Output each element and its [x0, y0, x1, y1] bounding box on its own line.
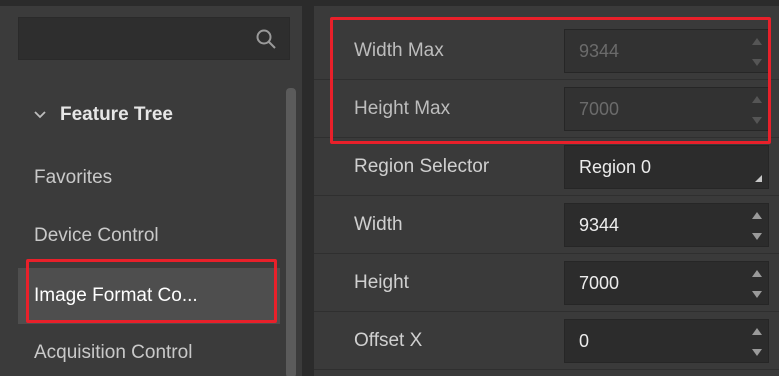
- width-max-field: 9344: [564, 29, 769, 73]
- search-icon[interactable]: [255, 28, 277, 50]
- app-window: Feature Tree Favorites Device Control Im…: [0, 0, 779, 376]
- search-input[interactable]: [18, 17, 290, 60]
- property-row-height: Height 7000: [314, 254, 779, 312]
- tree-item-label: Acquisition Control: [34, 342, 193, 363]
- spin-arrows-icon[interactable]: [752, 326, 762, 358]
- property-value: 9344: [579, 214, 620, 235]
- spin-arrows-icon[interactable]: [752, 210, 762, 242]
- offset-x-field[interactable]: 0: [564, 319, 769, 363]
- tree-item-label: Device Control: [34, 225, 159, 246]
- property-row-width: Width 9344: [314, 196, 779, 254]
- tree-item-acquisition-control[interactable]: Acquisition Control: [18, 328, 280, 376]
- tree-scrollbar[interactable]: [284, 88, 298, 376]
- height-max-field: 7000: [564, 87, 769, 131]
- chevron-down-icon[interactable]: [34, 111, 60, 119]
- tree-header-feature-tree[interactable]: Feature Tree: [18, 90, 280, 140]
- height-field[interactable]: 7000: [564, 261, 769, 305]
- property-value: 9344: [579, 40, 620, 61]
- tree-scrollbar-thumb[interactable]: [286, 88, 296, 376]
- property-row-offset-x: Offset X 0: [314, 312, 779, 370]
- property-label: Width Max: [354, 40, 444, 61]
- spin-arrows-icon[interactable]: [752, 268, 762, 300]
- feature-sidebar: Feature Tree Favorites Device Control Im…: [0, 6, 302, 376]
- tree-header-label: Feature Tree: [60, 104, 173, 125]
- width-field[interactable]: 9344: [564, 203, 769, 247]
- property-label: Width: [354, 214, 403, 235]
- tree-item-favorites[interactable]: Favorites: [18, 153, 280, 203]
- property-value: 7000: [579, 98, 620, 119]
- property-value: 7000: [579, 272, 620, 293]
- property-label: Offset X: [354, 330, 423, 351]
- spin-arrows-icon: [752, 94, 762, 126]
- property-row-region-selector: Region Selector Region 0: [314, 138, 779, 196]
- property-grid: Width Max 9344 Height Max 7000 Region Se…: [314, 6, 779, 376]
- property-label: Region Selector: [354, 156, 490, 177]
- pane-divider[interactable]: [302, 0, 314, 376]
- property-value: 0: [579, 330, 590, 351]
- property-label: Height Max: [354, 98, 451, 119]
- tree-item-label: Favorites: [34, 167, 113, 188]
- dropdown-corner-icon[interactable]: [755, 175, 762, 182]
- tree-item-label: Image Format Co...: [34, 285, 198, 306]
- region-selector-combo[interactable]: Region 0: [564, 145, 769, 189]
- property-value: Region 0: [579, 156, 652, 177]
- tree-item-device-control[interactable]: Device Control: [18, 211, 280, 261]
- property-row-width-max: Width Max 9344: [314, 22, 779, 80]
- property-label: Height: [354, 272, 409, 293]
- property-row-height-max: Height Max 7000: [314, 80, 779, 138]
- spin-arrows-icon: [752, 36, 762, 68]
- tree-item-image-format-control[interactable]: Image Format Co...: [18, 268, 280, 324]
